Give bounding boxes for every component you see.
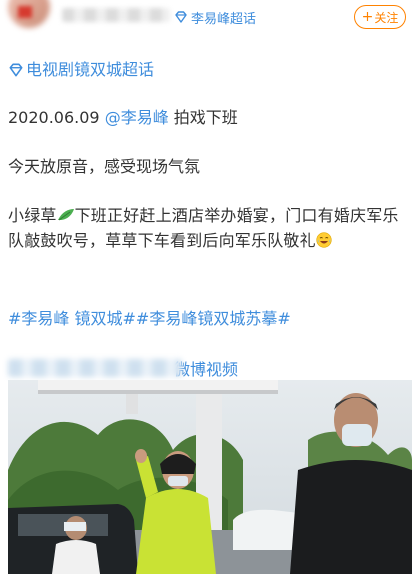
post-date-line: 2020.06.09 @李易峰 拍戏下班 (8, 105, 238, 130)
diamond-icon (8, 62, 24, 78)
post-paragraph: 小绿草 下班正好赶上酒店举办婚宴，门口有婚庆军乐队敲鼓吹号，草草下车看到后向军乐队… (8, 203, 408, 253)
avatar-decoration (18, 6, 32, 18)
video-link-label: 微博视频 (174, 360, 239, 379)
blurred-username[interactable] (62, 8, 170, 22)
leaf-emoji-icon (57, 204, 75, 221)
post-date: 2020.06.09 (8, 108, 105, 127)
topic-link-label: 电视剧镜双城超话 (26, 60, 155, 79)
video-link[interactable]: 微博视频 (8, 355, 238, 381)
hashtag-link[interactable]: #李易峰 镜双城# (8, 309, 136, 328)
video-player[interactable] (8, 380, 412, 574)
hashtag-line: #李易峰 镜双城##李易峰镜双城苏摹# (8, 306, 291, 331)
plus-icon: + (361, 9, 374, 25)
super-topic-label: 李易峰超话 (191, 11, 257, 27)
date-suffix: 拍戏下班 (168, 108, 238, 127)
video-frame-image (8, 380, 412, 574)
super-topic-link[interactable]: 李易峰超话 (174, 7, 256, 27)
blurred-video-title (8, 359, 182, 377)
follow-label: 关注 (374, 10, 399, 25)
topic-link[interactable]: 电视剧镜双城超话 (8, 57, 154, 82)
post-line: 今天放原音，感受现场气氛 (8, 157, 201, 176)
para-part1: 小绿草 (8, 206, 57, 225)
hashtag-link[interactable]: #李易峰镜双城苏摹# (136, 309, 291, 328)
follow-button[interactable]: + 关注 (354, 5, 406, 29)
diamond-icon (174, 10, 188, 24)
mention-link[interactable]: @李易峰 (105, 108, 169, 127)
laughing-emoji-icon (316, 230, 332, 248)
